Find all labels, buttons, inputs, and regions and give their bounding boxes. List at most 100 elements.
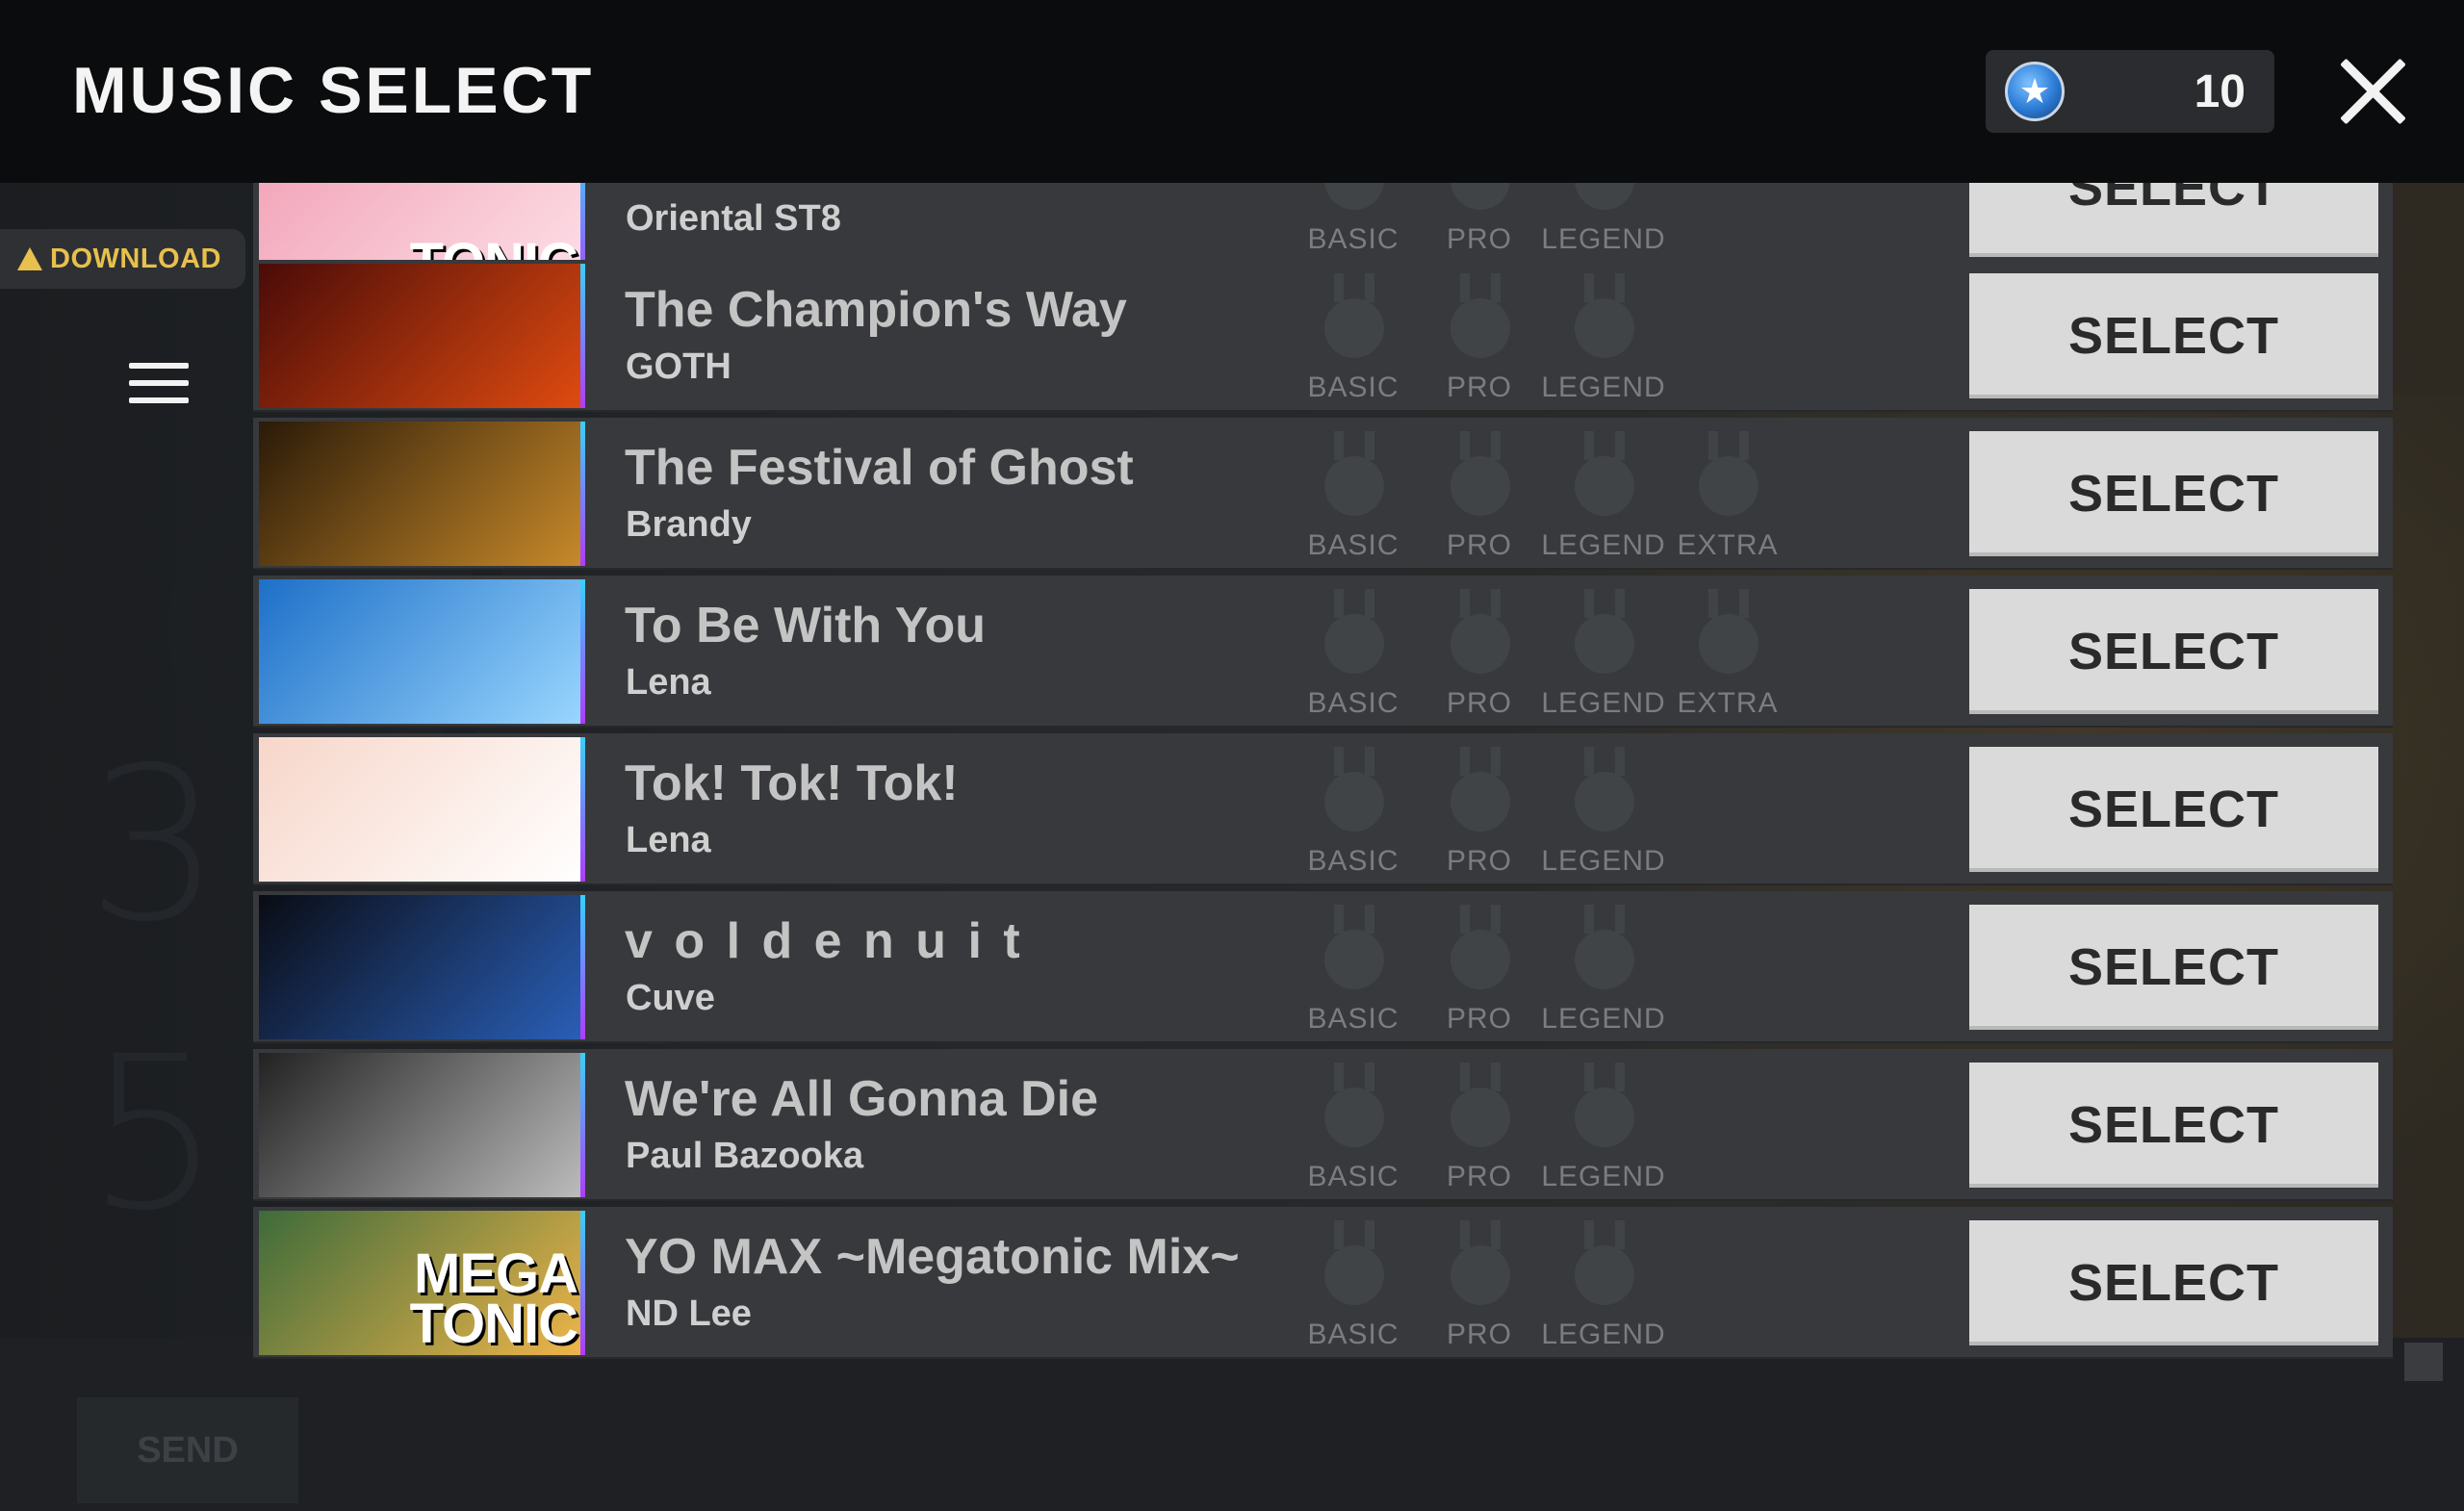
difficulty-basic: BASIC <box>1281 733 1425 885</box>
medal-icon <box>1575 456 1634 516</box>
difficulty-legend: LEGEND <box>1531 891 1676 1043</box>
difficulty-label: PRO <box>1446 371 1512 403</box>
song-title: YO MAX ~Megatonic Mix~ <box>625 1229 1240 1285</box>
song-row[interactable]: The Champion's Way GOTH BASIC PRO LEGEND SELE… <box>253 260 2393 412</box>
medal-icon <box>1450 1088 1510 1147</box>
difficulty-label: EXTRA <box>1677 529 1779 561</box>
background-digit: 5 <box>87 1011 221 1257</box>
song-title: The Champion's Way <box>625 282 1127 338</box>
select-button[interactable]: SELECT <box>1969 183 2378 257</box>
medal-icon <box>1450 183 1510 210</box>
medal-icon <box>1450 614 1510 674</box>
song-artist: Lena <box>626 662 711 703</box>
select-button[interactable]: SELECT <box>1969 1063 2378 1188</box>
song-artist: ND Lee <box>626 1293 752 1334</box>
medal-icon <box>1324 183 1384 210</box>
difficulty-basic: BASIC <box>1281 576 1425 728</box>
difficulty-label: PRO <box>1446 687 1512 719</box>
medal-icon <box>1324 1088 1384 1147</box>
select-button[interactable]: SELECT <box>1969 905 2378 1030</box>
hamburger-menu-icon[interactable] <box>129 363 189 403</box>
difficulty-label: LEGEND <box>1541 1003 1666 1035</box>
song-artist: Brandy <box>626 504 752 545</box>
difficulty-label: PRO <box>1446 1003 1512 1035</box>
song-list[interactable]: TONICOriental ST8BASICPROLEGENDSELECTThe… <box>253 183 2393 1359</box>
difficulty-label: BASIC <box>1307 1003 1399 1035</box>
medal-icon <box>1575 298 1634 358</box>
song-artist: Lena <box>626 820 711 860</box>
song-artist: Oriental ST8 <box>626 198 841 239</box>
difficulty-extra: EXTRA <box>1656 418 1800 570</box>
difficulty-label: LEGEND <box>1541 529 1666 561</box>
medal-icon <box>1324 930 1384 989</box>
jacket-logo-text: MEGA TONIC <box>409 1242 578 1355</box>
medal-icon <box>1575 183 1634 210</box>
medal-icon <box>1575 1245 1634 1305</box>
song-jacket-image <box>259 579 585 724</box>
send-button: SEND <box>77 1397 298 1503</box>
difficulty-label: PRO <box>1446 845 1512 877</box>
song-row[interactable]: Tok! Tok! Tok! Lena BASIC PRO LEGEND SELECT <box>253 733 2393 885</box>
medal-icon <box>1575 614 1634 674</box>
background-bottom-bar <box>0 1338 2464 1511</box>
medal-icon <box>1324 456 1384 516</box>
medal-icon <box>1575 1088 1634 1147</box>
difficulty-pro: PRO <box>1407 891 1552 1043</box>
medal-icon <box>1699 614 1758 674</box>
difficulty-label: PRO <box>1446 1161 1512 1192</box>
medal-icon <box>1450 772 1510 832</box>
jacket-edge-stripe <box>580 737 585 882</box>
difficulty-label: BASIC <box>1307 687 1399 719</box>
difficulty-label: LEGEND <box>1541 223 1666 255</box>
song-artist: Paul Bazooka <box>626 1136 864 1176</box>
difficulty-label: PRO <box>1446 1319 1512 1350</box>
song-title: To Be With You <box>625 598 987 653</box>
medal-icon <box>1699 456 1758 516</box>
select-button[interactable]: SELECT <box>1969 747 2378 872</box>
medal-icon <box>1450 1245 1510 1305</box>
song-jacket-image <box>259 1053 585 1197</box>
scrollbar-corner <box>2404 1343 2443 1381</box>
song-jacket-image: MEGA TONIC <box>259 1211 585 1355</box>
jacket-edge-stripe <box>580 422 585 566</box>
song-row[interactable]: We're All Gonna Die Paul Bazooka BASIC PRO L… <box>253 1049 2393 1201</box>
song-row[interactable]: v o l d e n u i t Cuve BASIC PRO LEGEND SELEC… <box>253 891 2393 1043</box>
medal-icon <box>1324 772 1384 832</box>
jacket-edge-stripe <box>580 1211 585 1355</box>
select-button[interactable]: SELECT <box>1969 431 2378 556</box>
difficulty-pro: PRO <box>1407 418 1552 570</box>
difficulty-label: LEGEND <box>1541 371 1666 403</box>
warning-triangle-icon <box>17 247 42 270</box>
difficulty-label: BASIC <box>1307 845 1399 877</box>
download-tab[interactable]: DOWNLOAD <box>0 229 245 289</box>
credit-value: 10 <box>2194 66 2246 117</box>
star-coin-icon: ★ <box>2005 62 2065 121</box>
song-title: v o l d e n u i t <box>625 913 1024 969</box>
medal-icon <box>1450 456 1510 516</box>
difficulty-basic: BASIC <box>1281 418 1425 570</box>
jacket-edge-stripe <box>580 264 585 408</box>
select-button[interactable]: SELECT <box>1969 589 2378 714</box>
download-label: DOWNLOAD <box>50 243 221 274</box>
song-jacket-image <box>259 422 585 566</box>
select-button[interactable]: SELECT <box>1969 1220 2378 1345</box>
song-title: Tok! Tok! Tok! <box>625 756 959 811</box>
difficulty-label: PRO <box>1446 223 1512 255</box>
difficulty-label: BASIC <box>1307 223 1399 255</box>
difficulty-label: LEGEND <box>1541 687 1666 719</box>
background-digit: 3 <box>87 722 221 968</box>
header-bar: MUSIC SELECT ★ 10 <box>0 0 2464 183</box>
song-row[interactable]: MEGA TONIC YO MAX ~Megatonic Mix~ ND Lee BA… <box>253 1207 2393 1359</box>
song-row[interactable]: The Festival of Ghost Brandy BASIC PRO LEGEN… <box>253 418 2393 570</box>
difficulty-pro: PRO <box>1407 576 1552 728</box>
song-row[interactable]: To Be With You Lena BASIC PRO LEGEND EXTRA SEL… <box>253 576 2393 728</box>
difficulty-label: EXTRA <box>1677 687 1779 719</box>
difficulty-legend: LEGEND <box>1531 576 1676 728</box>
select-button[interactable]: SELECT <box>1969 273 2378 398</box>
difficulty-label: PRO <box>1446 529 1512 561</box>
difficulty-legend: LEGEND <box>1531 1207 1676 1359</box>
close-icon[interactable] <box>2334 53 2411 130</box>
difficulty-label: LEGEND <box>1541 845 1666 877</box>
song-jacket-image <box>259 895 585 1039</box>
difficulty-label: LEGEND <box>1541 1161 1666 1192</box>
